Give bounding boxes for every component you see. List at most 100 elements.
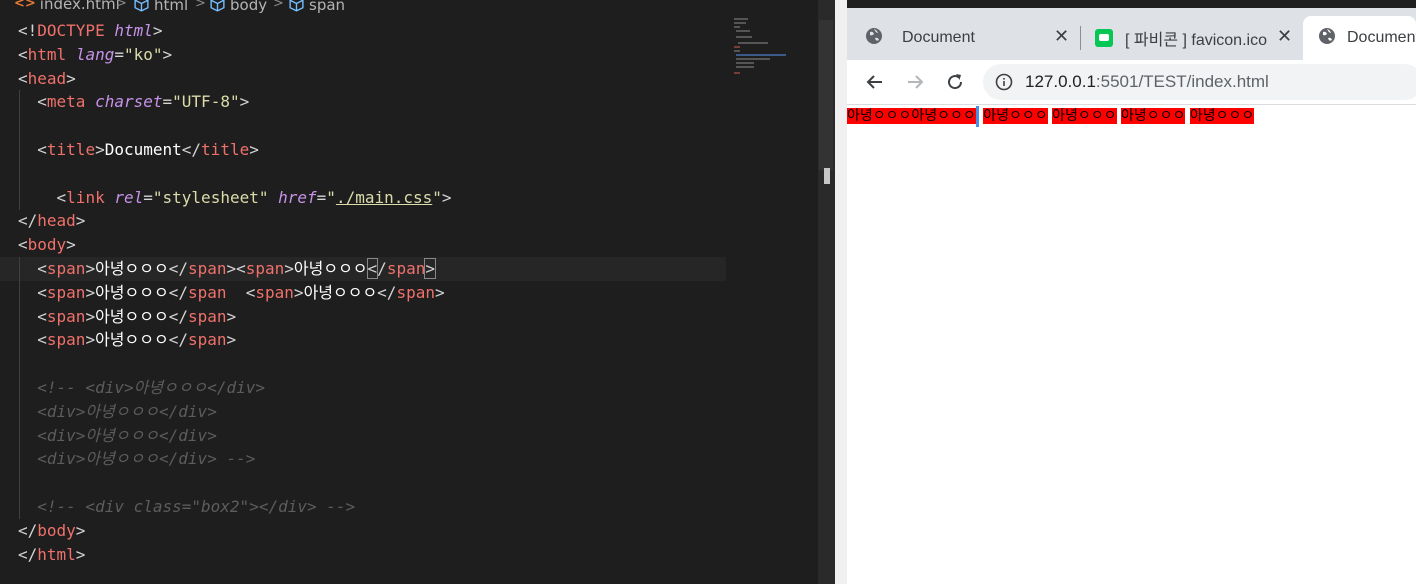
code-token: = xyxy=(162,92,173,112)
code-line[interactable]: <body> xyxy=(0,233,818,257)
code-token: title xyxy=(201,140,250,159)
url-text[interactable]: 127.0.0.1:5501/TEST/index.html xyxy=(1025,64,1269,100)
code-token: span xyxy=(245,259,285,278)
code-line[interactable] xyxy=(0,161,818,186)
code-token: > xyxy=(75,520,86,540)
code-token: </ xyxy=(168,282,188,302)
breadcrumb-item-body[interactable]: body xyxy=(209,0,267,13)
code-editor[interactable]: <> index.html > html > body > span <!DOC… xyxy=(0,0,835,584)
code-token: html xyxy=(27,44,67,64)
code-line[interactable]: <div>아녕ㅇㅇㅇ</div> xyxy=(0,423,818,448)
tab-document-active[interactable]: Document xyxy=(1303,16,1416,60)
code-token: < xyxy=(18,68,28,88)
code-line[interactable]: </body> xyxy=(0,519,818,543)
code-line[interactable]: <div>아녕ㅇㅇㅇ</div> --> xyxy=(0,447,818,472)
code-token: span xyxy=(46,282,86,302)
address-bar[interactable]: 127.0.0.1:5501/TEST/index.html xyxy=(983,64,1416,100)
code-token: </ xyxy=(18,544,38,564)
code-line[interactable] xyxy=(0,114,818,139)
code-token: <!-- <div>아녕ㅇㅇㅇ</div> xyxy=(18,378,265,397)
code-token: >< xyxy=(226,259,246,278)
code-token: </ xyxy=(18,520,38,540)
text-cursor xyxy=(975,106,979,127)
code-line[interactable]: <span>아녕ㅇㅇㅇ</span <span>아녕ㅇㅇㅇ</span> xyxy=(0,280,818,305)
chevron-right-icon: > xyxy=(273,0,284,11)
code-token: > xyxy=(66,235,76,255)
code-token: = xyxy=(143,187,153,207)
rendered-span: 아녕ㅇㅇㅇ xyxy=(847,108,912,124)
code-line[interactable]: <span>아녕ㅇㅇㅇ</span> xyxy=(0,304,818,329)
code-token: > xyxy=(75,211,86,231)
browser-window[interactable]: Document ✕ [ 파비콘 ] favicon.ico ✕ Documen… xyxy=(847,8,1416,584)
close-tab-button[interactable]: ✕ xyxy=(1054,26,1069,47)
code-token: > xyxy=(434,282,445,302)
code-line[interactable]: <head> xyxy=(0,67,818,91)
close-tab-button[interactable]: ✕ xyxy=(1277,26,1292,47)
breadcrumb-item-html[interactable]: html xyxy=(133,0,188,13)
code-token: "stylesheet" xyxy=(152,187,269,207)
code-token: < xyxy=(18,306,47,326)
code-line[interactable]: <meta charset="UTF-8"> xyxy=(0,90,818,115)
reload-button[interactable] xyxy=(943,70,967,94)
code-line[interactable]: <title>Document</title> xyxy=(0,138,818,162)
code-token: 아녕ㅇㅇㅇ xyxy=(95,282,169,302)
code-line[interactable]: <!-- <div class="box2"></div> --> xyxy=(0,495,818,519)
code-token: 아녕ㅇㅇㅇ xyxy=(95,306,169,326)
code-token: href xyxy=(278,187,317,207)
code-token: > xyxy=(66,68,76,88)
code-token: title xyxy=(46,140,96,159)
code-token: head xyxy=(37,211,76,231)
code-token: body xyxy=(37,520,76,540)
code-token: span xyxy=(46,259,86,278)
rendered-span: 아녕ㅇㅇㅇ xyxy=(1120,108,1186,124)
code-token: </ xyxy=(168,330,188,350)
indent-guide xyxy=(19,114,20,139)
code-token: > xyxy=(293,282,304,302)
minimap[interactable] xyxy=(730,16,818,76)
code-token: > xyxy=(249,140,259,159)
editor-scrollbar-thumb[interactable] xyxy=(819,20,833,170)
forward-button[interactable] xyxy=(903,70,927,94)
html-file-icon: <> xyxy=(14,0,36,11)
code-token: 아녕ㅇㅇㅇ xyxy=(95,259,169,278)
code-token: < xyxy=(18,282,47,302)
code-line[interactable]: <html lang="ko"> xyxy=(0,43,818,67)
tab-favicon[interactable]: [ 파비콘 ] favicon.ico xyxy=(1095,16,1269,60)
code-line[interactable]: <!DOCTYPE html> xyxy=(0,19,818,43)
code-token: < xyxy=(366,258,379,279)
code-token: > xyxy=(284,259,294,278)
code-line[interactable] xyxy=(0,352,818,377)
page-viewport[interactable]: 아녕ㅇㅇㅇ아녕ㅇㅇㅇ 아녕ㅇㅇㅇ 아녕ㅇㅇㅇ 아녕ㅇㅇㅇ 아녕ㅇㅇㅇ xyxy=(847,105,1416,584)
code-line[interactable]: <span>아녕ㅇㅇㅇ</span><span>아녕ㅇㅇㅇ</span> xyxy=(0,257,726,281)
rendered-spans: 아녕ㅇㅇㅇ아녕ㅇㅇㅇ 아녕ㅇㅇㅇ 아녕ㅇㅇㅇ 아녕ㅇㅇㅇ 아녕ㅇㅇㅇ xyxy=(847,106,1255,127)
code-token: </ xyxy=(168,259,188,278)
code-line[interactable]: <div>아녕ㅇㅇㅇ</div> xyxy=(0,399,818,424)
arrow-left-icon xyxy=(866,75,882,89)
code-token: " xyxy=(432,187,442,207)
code-token: > xyxy=(152,21,163,40)
code-line[interactable]: </html> xyxy=(0,543,818,567)
back-button[interactable] xyxy=(863,70,887,94)
code-token: Document xyxy=(104,140,182,159)
code-token: < xyxy=(18,44,28,64)
cube-icon xyxy=(209,0,226,13)
code-line[interactable]: <link rel="stylesheet" href="./main.css"… xyxy=(0,185,818,210)
code-token: > xyxy=(162,44,173,64)
code-token: <div>아녕ㅇㅇㅇ</div> xyxy=(18,401,217,421)
tab-document-1[interactable]: Document xyxy=(865,16,1055,60)
globe-icon xyxy=(1318,27,1336,50)
code-token: html xyxy=(114,21,153,40)
code-token: " xyxy=(326,187,336,207)
code-line[interactable]: <!-- <div>아녕ㅇㅇㅇ</div> xyxy=(0,376,818,400)
arrow-right-icon xyxy=(908,75,924,89)
breadcrumb-item-file[interactable]: <> index.html xyxy=(14,0,120,12)
code-token: > xyxy=(85,259,96,278)
breadcrumb: <> index.html > html > body > span xyxy=(0,0,835,16)
code-line[interactable] xyxy=(0,471,818,496)
rendered-span: 아녕ㅇㅇㅇ xyxy=(911,108,976,124)
code-line[interactable]: </head> xyxy=(0,209,818,233)
code-line[interactable]: <span>아녕ㅇㅇㅇ</span> xyxy=(0,328,818,353)
globe-icon xyxy=(865,27,883,50)
breadcrumb-item-span[interactable]: span xyxy=(288,0,345,13)
